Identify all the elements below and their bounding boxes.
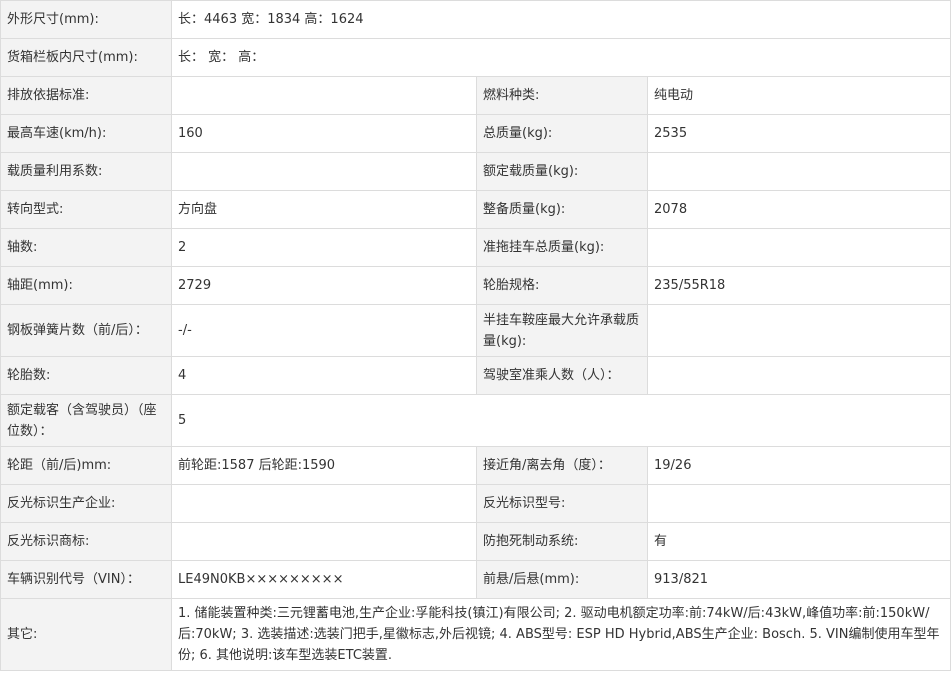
table-row: 轮胎数: 4 驾驶室准乘人数（人）： [0, 356, 952, 395]
table-row: 载质量利用系数: 额定载质量(kg): [0, 152, 952, 191]
table-row: 反光标识商标: 防抱死制动系统: 有 [0, 522, 952, 561]
spec-label-gross-mass: 总质量(kg): [476, 114, 648, 153]
vehicle-spec-table: 外形尺寸(mm): 长：4463 宽：1834 高：1624 货箱栏板内尺寸(m… [0, 0, 952, 671]
spec-label-wheelbase: 轴距(mm): [0, 266, 172, 305]
spec-value-dimensions: 长：4463 宽：1834 高：1624 [170, 0, 952, 39]
spec-value-tire-count: 4 [171, 356, 477, 395]
spec-label-reflector-brand: 反光标识商标: [0, 522, 172, 561]
spec-label-leaf-springs: 钢板弹簧片数（前/后）： [0, 304, 172, 357]
spec-value-reflector-brand [171, 522, 477, 561]
spec-value-track: 前轮距:1587 后轮距:1590 [171, 446, 477, 485]
table-row: 车辆识别代号（VIN）： LE49N0KB××××××××× 前悬/后悬(mm)… [0, 560, 952, 599]
spec-value-fuel-type: 纯电动 [646, 76, 952, 115]
spec-label-tire-spec: 轮胎规格: [476, 266, 648, 305]
spec-value-reflector-maker [171, 484, 477, 523]
spec-label-load-utilization: 载质量利用系数: [0, 152, 172, 191]
spec-value-saddle-load [646, 304, 952, 357]
spec-label-cargo-box: 货箱栏板内尺寸(mm): [0, 38, 172, 77]
spec-value-axles: 2 [171, 228, 477, 267]
spec-label-overhang: 前悬/后悬(mm): [476, 560, 648, 599]
spec-label-trailer-mass: 准拖挂车总质量(kg): [476, 228, 648, 267]
spec-label-vin: 车辆识别代号（VIN）： [0, 560, 172, 599]
spec-label-abs: 防抱死制动系统: [476, 522, 648, 561]
table-row: 反光标识生产企业: 反光标识型号: [0, 484, 952, 523]
spec-value-overhang: 913/821 [646, 560, 952, 599]
spec-label-steering: 转向型式: [0, 190, 172, 229]
spec-value-rated-load [646, 152, 952, 191]
spec-label-emission-standard: 排放依据标准: [0, 76, 172, 115]
table-row: 最高车速(km/h): 160 总质量(kg): 2535 [0, 114, 952, 153]
spec-label-dimensions: 外形尺寸(mm): [0, 0, 172, 39]
table-row: 额定载客（含驾驶员）（座位数）： 5 [0, 394, 952, 447]
spec-value-emission-standard [171, 76, 477, 115]
spec-value-curb-mass: 2078 [646, 190, 952, 229]
spec-label-tire-count: 轮胎数: [0, 356, 172, 395]
spec-value-seating: 5 [170, 394, 952, 447]
spec-value-other: 1. 储能装置种类:三元锂蓄电池,生产企业:孚能科技(镇江)有限公司; 2. 驱… [170, 598, 952, 671]
spec-label-axles: 轴数: [0, 228, 172, 267]
table-row: 排放依据标准: 燃料种类: 纯电动 [0, 76, 952, 115]
spec-label-curb-mass: 整备质量(kg): [476, 190, 648, 229]
spec-label-rated-load: 额定载质量(kg): [476, 152, 648, 191]
spec-value-max-speed: 160 [171, 114, 477, 153]
spec-value-steering: 方向盘 [171, 190, 477, 229]
spec-value-approach-departure: 19/26 [646, 446, 952, 485]
spec-value-wheelbase: 2729 [171, 266, 477, 305]
table-row: 货箱栏板内尺寸(mm): 长： 宽： 高： [0, 38, 952, 77]
spec-value-trailer-mass [646, 228, 952, 267]
spec-value-cargo-box: 长： 宽： 高： [170, 38, 952, 77]
table-row: 外形尺寸(mm): 长：4463 宽：1834 高：1624 [0, 0, 952, 39]
spec-value-tire-spec: 235/55R18 [646, 266, 952, 305]
table-row: 轴数: 2 准拖挂车总质量(kg): [0, 228, 952, 267]
spec-label-reflector-model: 反光标识型号: [476, 484, 648, 523]
spec-label-saddle-load: 半挂车鞍座最大允许承载质量(kg): [476, 304, 648, 357]
spec-value-load-utilization [171, 152, 477, 191]
table-row: 转向型式: 方向盘 整备质量(kg): 2078 [0, 190, 952, 229]
spec-label-approach-departure: 接近角/离去角（度）： [476, 446, 648, 485]
spec-value-leaf-springs: -/- [171, 304, 477, 357]
spec-label-track: 轮距（前/后)mm: [0, 446, 172, 485]
spec-value-cab-capacity [646, 356, 952, 395]
spec-label-fuel-type: 燃料种类: [476, 76, 648, 115]
spec-value-abs: 有 [646, 522, 952, 561]
spec-label-reflector-maker: 反光标识生产企业: [0, 484, 172, 523]
table-row: 轴距(mm): 2729 轮胎规格: 235/55R18 [0, 266, 952, 305]
table-row: 钢板弹簧片数（前/后）： -/- 半挂车鞍座最大允许承载质量(kg): [0, 304, 952, 357]
spec-value-reflector-model [646, 484, 952, 523]
spec-label-seating: 额定载客（含驾驶员）（座位数）： [0, 394, 172, 447]
table-row: 其它: 1. 储能装置种类:三元锂蓄电池,生产企业:孚能科技(镇江)有限公司; … [0, 598, 952, 671]
spec-label-cab-capacity: 驾驶室准乘人数（人）： [476, 356, 648, 395]
spec-value-vin: LE49N0KB××××××××× [171, 560, 477, 599]
spec-label-other: 其它: [0, 598, 172, 671]
spec-value-gross-mass: 2535 [646, 114, 952, 153]
table-row: 轮距（前/后)mm: 前轮距:1587 后轮距:1590 接近角/离去角（度）：… [0, 446, 952, 485]
spec-label-max-speed: 最高车速(km/h): [0, 114, 172, 153]
